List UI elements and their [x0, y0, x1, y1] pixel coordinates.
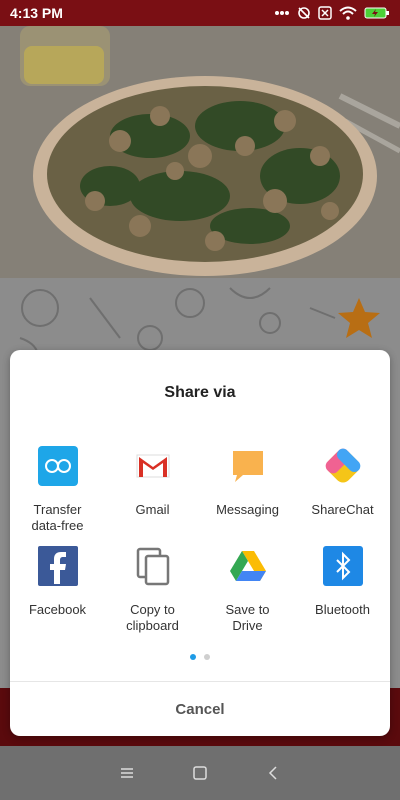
- home-nav-icon[interactable]: [185, 758, 215, 788]
- status-icons: [274, 6, 390, 20]
- share-option-label: Transfer data-free: [31, 502, 84, 533]
- share-option-copy[interactable]: Copy to clipboard: [105, 546, 200, 634]
- page-indicator: [10, 654, 390, 660]
- share-option-label: Messaging: [216, 502, 279, 517]
- share-sheet: Share via Transfer data-free Gmail Messa…: [10, 350, 390, 736]
- share-app-grid: Transfer data-free Gmail Messaging Share…: [10, 446, 390, 634]
- share-option-gmail[interactable]: Gmail: [105, 446, 200, 534]
- cancel-button[interactable]: Cancel: [10, 682, 390, 736]
- share-option-label: Save to Drive: [225, 602, 270, 633]
- share-option-sharechat[interactable]: ShareChat: [295, 446, 390, 534]
- copy-icon: [133, 546, 173, 586]
- menu-nav-icon[interactable]: [112, 758, 142, 788]
- share-sheet-title: Share via: [164, 384, 236, 401]
- pizza-photo: [0, 26, 400, 278]
- drive-icon: [228, 546, 268, 586]
- facebook-icon: [37, 546, 78, 586]
- wifi-icon: [339, 6, 357, 20]
- status-time: 4:13 PM: [10, 5, 63, 21]
- alarm-off-icon: [297, 6, 311, 20]
- share-option-messaging[interactable]: Messaging: [200, 446, 295, 534]
- share-option-drive[interactable]: Save to Drive: [200, 546, 295, 634]
- status-bar: 4:13 PM: [0, 0, 400, 26]
- share-option-label: Copy to clipboard: [126, 602, 179, 633]
- more-dots-icon: [274, 10, 290, 16]
- share-option-label: Gmail: [135, 502, 170, 517]
- share-option-facebook[interactable]: Facebook: [10, 546, 105, 634]
- no-sim-icon: [318, 6, 332, 20]
- share-option-label: Bluetooth: [315, 602, 370, 617]
- favorite-star-icon[interactable]: [336, 296, 382, 345]
- shareme-icon: [37, 446, 78, 486]
- system-nav-bar: [0, 746, 400, 800]
- gmail-icon: [133, 446, 173, 486]
- battery-icon: [364, 6, 390, 20]
- bluetooth-icon: [322, 546, 363, 586]
- share-option-bluetooth[interactable]: Bluetooth: [295, 546, 390, 634]
- share-option-label: Facebook: [28, 602, 87, 617]
- share-option-label: ShareChat: [311, 502, 374, 517]
- back-nav-icon[interactable]: [258, 758, 288, 788]
- messaging-icon: [228, 446, 268, 486]
- sharechat-icon: [323, 446, 363, 486]
- share-option-transfer[interactable]: Transfer data-free: [10, 446, 105, 534]
- page-dot-active[interactable]: [190, 654, 196, 660]
- page-dot[interactable]: [204, 654, 210, 660]
